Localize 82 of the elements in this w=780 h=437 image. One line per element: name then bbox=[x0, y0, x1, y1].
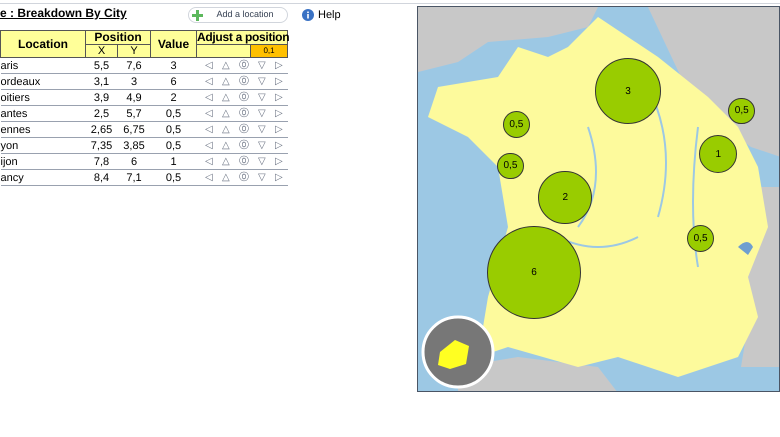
table-cell: 4,9 bbox=[126, 92, 142, 104]
sheet-title: e : Breakdown By City bbox=[0, 5, 128, 22]
table-cell: 7,1 bbox=[126, 172, 142, 184]
adjust-control[interactable]: △ bbox=[222, 138, 230, 152]
table-cell: 2,65 bbox=[90, 124, 112, 136]
adjust-control[interactable]: ▷ bbox=[275, 90, 283, 104]
table-cell: 3,85 bbox=[123, 140, 145, 152]
adjust-control[interactable]: ▽ bbox=[258, 106, 266, 120]
adjust-control[interactable]: ▷ bbox=[275, 122, 283, 136]
value-cell: 3 bbox=[170, 60, 177, 72]
location-cell: ennes bbox=[0, 124, 30, 136]
add-location-button[interactable]: Add a location bbox=[188, 7, 288, 23]
plus-icon bbox=[192, 10, 203, 20]
adjust-control[interactable]: ▷ bbox=[275, 154, 283, 168]
value-cell: 0,5 bbox=[166, 172, 182, 184]
table-cell: 5,7 bbox=[126, 108, 142, 120]
adjust-control[interactable]: ▷ bbox=[275, 58, 283, 72]
location-cell: antes bbox=[0, 108, 28, 120]
adjust-control[interactable]: ▽ bbox=[258, 170, 266, 184]
adjust-control[interactable]: ▽ bbox=[258, 58, 266, 72]
table-cell: 2,5 bbox=[94, 108, 110, 120]
adjust-control[interactable]: ⓪ bbox=[239, 58, 249, 72]
adjust-control[interactable]: ⓪ bbox=[239, 106, 249, 120]
column-header: Location bbox=[0, 30, 86, 58]
table-cell: 3,9 bbox=[94, 92, 110, 104]
table-cell: 6,75 bbox=[123, 124, 145, 136]
adjust-control[interactable]: ▷ bbox=[275, 106, 283, 120]
adjust-control[interactable]: △ bbox=[222, 122, 230, 136]
step-cell[interactable]: 0,1 bbox=[250, 44, 288, 58]
adjust-control[interactable]: ◁ bbox=[205, 154, 213, 168]
adjust-control[interactable]: ◁ bbox=[205, 90, 213, 104]
adjust-control[interactable]: △ bbox=[222, 106, 230, 120]
adjust-control[interactable]: ▷ bbox=[275, 170, 283, 184]
adjust-control[interactable]: △ bbox=[222, 58, 230, 72]
table-cell: 8,4 bbox=[94, 172, 110, 184]
adjust-control[interactable]: ▷ bbox=[275, 74, 283, 88]
value-cell: 0,5 bbox=[166, 108, 182, 120]
value-cell: 2 bbox=[170, 92, 177, 104]
adjust-control[interactable]: ◁ bbox=[205, 58, 213, 72]
location-cell: yon bbox=[0, 140, 18, 152]
adjust-control[interactable]: ▽ bbox=[258, 138, 266, 152]
adjust-control[interactable]: ◁ bbox=[205, 106, 213, 120]
table-cell: 5,5 bbox=[94, 60, 110, 72]
help-link[interactable]: Help bbox=[318, 6, 341, 24]
adjust-control[interactable]: △ bbox=[222, 90, 230, 104]
info-icon[interactable] bbox=[302, 9, 314, 21]
location-cell: oitiers bbox=[0, 92, 30, 104]
adjust-control[interactable]: ▷ bbox=[275, 138, 283, 152]
table-cell: 7,6 bbox=[126, 60, 142, 72]
location-cell: ancy bbox=[0, 172, 24, 184]
table-cell: 3 bbox=[130, 76, 138, 88]
location-cell: ordeaux bbox=[0, 76, 40, 88]
table-cell: 6 bbox=[130, 156, 138, 168]
adjust-control[interactable]: ⓪ bbox=[239, 74, 249, 88]
adjust-control[interactable]: ⓪ bbox=[239, 90, 249, 104]
adjust-control[interactable]: ▽ bbox=[258, 74, 266, 88]
adjust-control[interactable]: ▽ bbox=[258, 154, 266, 168]
location-cell: ijon bbox=[0, 156, 18, 168]
table-cell: 7,8 bbox=[94, 156, 110, 168]
value-cell: 0,5 bbox=[166, 124, 182, 136]
adjust-control[interactable]: ⓪ bbox=[239, 154, 249, 168]
adjust-control[interactable]: ◁ bbox=[205, 170, 213, 184]
adjust-control[interactable]: ◁ bbox=[205, 74, 213, 88]
column-header: Value bbox=[150, 30, 196, 58]
adjust-control[interactable]: △ bbox=[222, 170, 230, 184]
table-cell: 7,35 bbox=[90, 140, 112, 152]
column-header: Y bbox=[118, 44, 150, 58]
value-cell: 6 bbox=[170, 76, 177, 88]
adjust-control[interactable]: ⓪ bbox=[239, 122, 249, 136]
adjust-control[interactable]: ▽ bbox=[258, 90, 266, 104]
table-cell: 3,1 bbox=[94, 76, 110, 88]
adjust-control[interactable]: △ bbox=[222, 154, 230, 168]
adjust-control[interactable]: ▽ bbox=[258, 122, 266, 136]
value-cell: 1 bbox=[170, 156, 177, 168]
adjust-control[interactable]: ◁ bbox=[205, 122, 213, 136]
location-cell: aris bbox=[0, 60, 18, 72]
value-cell: 0,5 bbox=[166, 140, 182, 152]
adjust-control[interactable]: ⓪ bbox=[239, 138, 249, 152]
adjust-control[interactable]: ◁ bbox=[205, 138, 213, 152]
column-header: Position bbox=[86, 30, 150, 44]
adjust-control[interactable]: ⓪ bbox=[239, 170, 249, 184]
adjust-control[interactable]: △ bbox=[222, 74, 230, 88]
